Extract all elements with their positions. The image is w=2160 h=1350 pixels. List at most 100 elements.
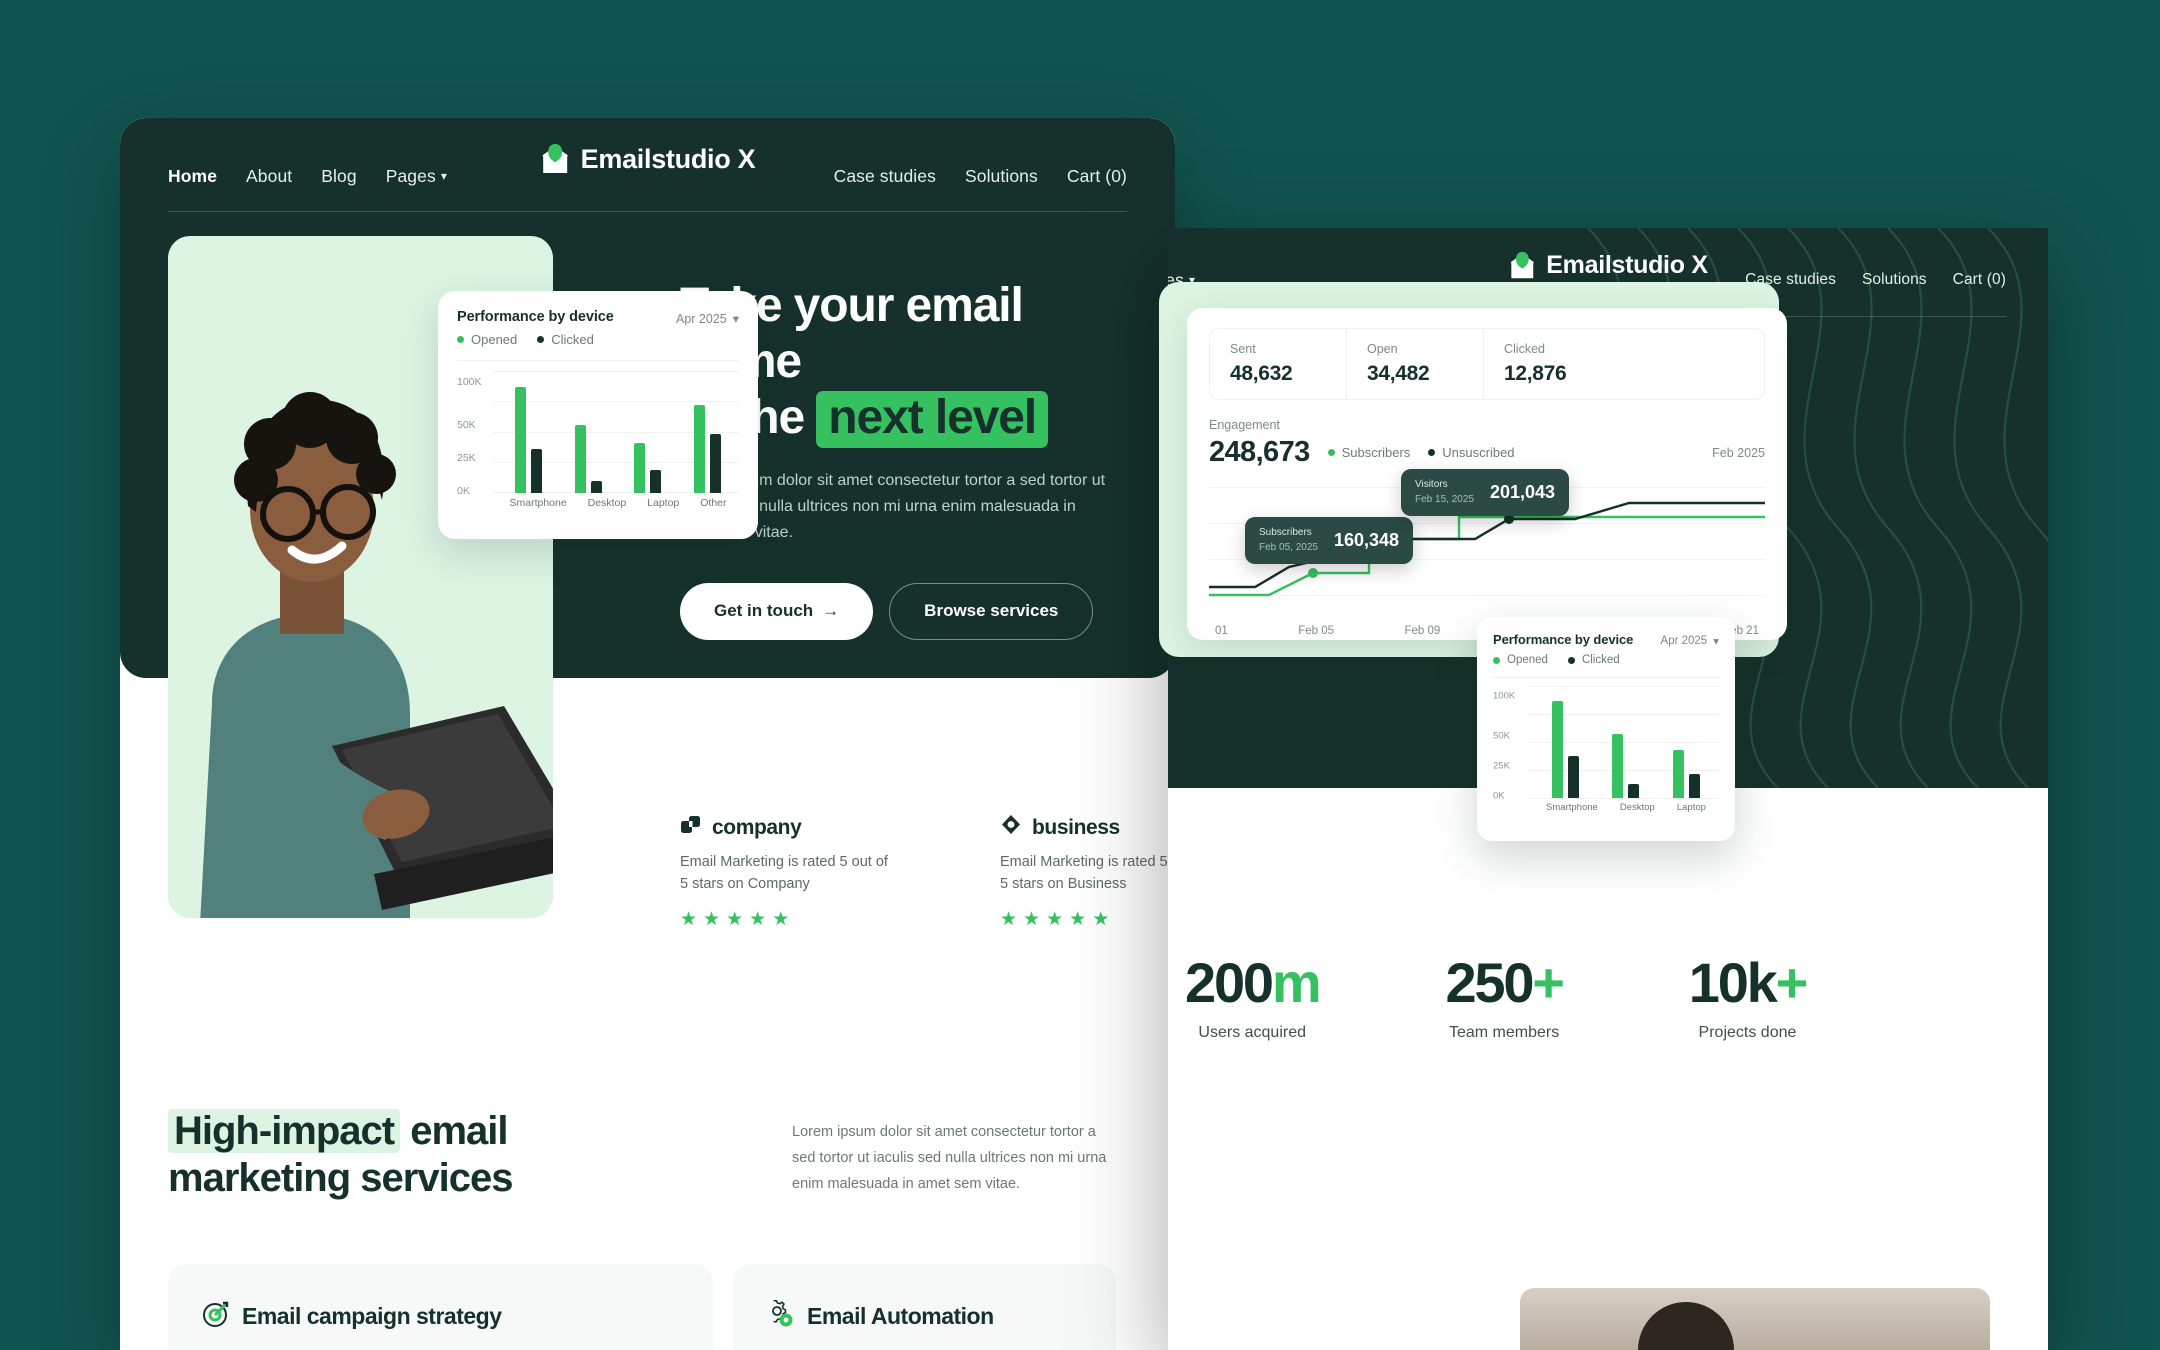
legend-dot-unsuscribed-icon (1428, 449, 1436, 456)
nav-item-solutions[interactable]: Solutions (965, 166, 1038, 187)
bottom-photo-strip (1520, 1288, 1990, 1350)
star-icon: ★ (1092, 908, 1110, 930)
kpi-sent: Sent 48,632 (1210, 329, 1347, 399)
stat-projects-done: 10k+ Projects done (1689, 955, 1809, 1042)
bar-group-laptop (634, 443, 662, 493)
nav-item-about[interactable]: About (246, 166, 292, 187)
x-tick-1: Feb 05 (1298, 625, 1335, 637)
rating-company-stars: ★ ★ ★ ★ ★ (680, 908, 890, 931)
device-bar-chart-secondary: 100K 50K 25K 0K Smartphone Desktop Lapto… (1493, 686, 1719, 826)
bar-opened (515, 387, 527, 493)
tooltip-visitors: Visitors Feb 15, 2025 201,043 (1401, 469, 1570, 516)
y-tick-100k: 100K (457, 376, 482, 388)
hero-buttons: Get in touch → Browse services (680, 582, 1150, 640)
bottom-photo-person (1638, 1302, 1734, 1350)
tooltip-visitors-meta: Visitors Feb 15, 2025 (1415, 478, 1474, 507)
service-card-title: Email Automation (807, 1303, 994, 1329)
legend-dot-opened-icon (457, 336, 464, 343)
tooltip-subscribers-date: Feb 05, 2025 (1259, 541, 1318, 553)
nav-right-group-secondary: Case studies Solutions Cart (0) (1745, 271, 2006, 289)
nav-item-blog[interactable]: Blog (321, 166, 356, 187)
perf-date-selector[interactable]: Apr 2025 ▾ (675, 311, 739, 327)
bar-clicked (709, 434, 721, 493)
services-heading-highlight: High-impact (168, 1109, 401, 1153)
stat-team-suffix: + (1532, 951, 1565, 1014)
kpi-clicked: Clicked 12,876 (1484, 329, 1621, 399)
bar-group-desktop (1612, 734, 1640, 798)
x-tick-other: Other (700, 497, 727, 509)
nav-item-pages-label: Pages (385, 165, 436, 186)
brand-primary[interactable]: Emailstudio X (540, 142, 756, 176)
bar-clicked (590, 481, 602, 493)
kpi-row: Sent 48,632 Open 34,482 Clicked 12,876 (1209, 328, 1765, 400)
service-card-campaign-strategy[interactable]: Email campaign strategy Lorem ipsum dolo… (168, 1264, 713, 1350)
star-icon: ★ (680, 908, 698, 930)
bar-opened (574, 425, 586, 493)
stat-projects-value: 10k+ (1689, 955, 1809, 1011)
star-icon: ★ (1069, 908, 1087, 930)
rating-company: company Email Marketing is rated 5 out o… (680, 814, 890, 931)
perf-date-label-secondary: Apr 2025 (1660, 635, 1708, 647)
nav-left-group: Home About Blog Pages ▾ (168, 166, 447, 187)
star-icon: ★ (1023, 908, 1041, 930)
legend-unsuscribed: Unsuscribed (1428, 445, 1515, 460)
service-card-email-automation[interactable]: Email Automation Lorem ipsum dolor sit a… (733, 1264, 1116, 1350)
perf-date-selector-secondary[interactable]: Apr 2025 ▾ (1661, 634, 1719, 648)
nav-item-case-studies[interactable]: Case studies (834, 166, 936, 187)
legend-dot-opened-icon (1493, 656, 1500, 664)
brand-name-secondary: Emailstudio X (1546, 251, 1708, 279)
tooltip-subscribers: Subscribers Feb 05, 2025 160,348 (1245, 517, 1414, 564)
brand-name: Emailstudio X (580, 143, 756, 174)
stat-projects-label: Projects done (1698, 1024, 1797, 1041)
rating-business: business Email Marketing is rated 5 out … (1000, 814, 1175, 931)
nav-item-cart[interactable]: Cart (0) (1067, 166, 1127, 187)
gear-settings-icon (767, 1299, 795, 1333)
bar-opened (1551, 701, 1563, 798)
bar-opened (634, 443, 646, 493)
x-tick-smartphone: Smartphone (1546, 802, 1598, 813)
bar-chart-bars-secondary (1535, 686, 1717, 798)
browse-services-button[interactable]: Browse services (889, 582, 1094, 640)
kpi-open: Open 34,482 (1347, 329, 1484, 399)
dashboard-card: Sent 48,632 Open 34,482 Clicked 12,876 E… (1187, 308, 1787, 640)
page-root: Home About Blog Pages ▾ Case studies Solu… (0, 0, 2160, 1350)
service-card-title: Email campaign strategy (242, 1303, 502, 1329)
y-tick-25k: 25K (457, 452, 476, 464)
stat-team-members: 250+ Team members (1445, 955, 1565, 1042)
stat-users-acquired: 200m Users acquired (1185, 955, 1322, 1042)
nav-item-pages[interactable]: Pages ▾ (386, 166, 447, 187)
brand-secondary[interactable]: Emailstudio X (1508, 250, 1708, 281)
tooltip-subscribers-value: 160,348 (1333, 530, 1400, 550)
perf-date-label: Apr 2025 (675, 311, 727, 326)
bar-opened (693, 405, 705, 493)
y-tick-0k: 0K (457, 485, 470, 497)
stat-team-value: 250+ (1445, 955, 1565, 1011)
tooltip-subscribers-title: Subscribers (1259, 527, 1312, 538)
bar-clicked (531, 449, 543, 493)
stat-users-number: 200 (1185, 951, 1274, 1014)
kpi-sent-label: Sent (1230, 342, 1256, 356)
star-icon: ★ (726, 908, 744, 930)
bar-clicked (650, 470, 662, 493)
engagement-date[interactable]: Feb 2025 (1712, 446, 1765, 460)
nav-divider (168, 211, 1127, 212)
bar-chart-y-axis: 100K 50K 25K 0K (457, 371, 493, 497)
x-tick-laptop: Laptop (647, 497, 680, 509)
services-heading-block: High-impact email marketing services Lor… (168, 1108, 1128, 1202)
nav-item-cart-secondary[interactable]: Cart (0) (1953, 271, 2006, 289)
stats-row: 200m Users acquired 250+ Team members 10… (1185, 955, 1809, 1042)
ratings-row: company Email Marketing is rated 5 out o… (680, 814, 1175, 931)
target-arrow-icon (202, 1300, 230, 1333)
rating-company-text: Email Marketing is rated 5 out of 5 star… (680, 854, 888, 892)
legend-opened-secondary-label: Opened (1507, 654, 1548, 666)
bar-group-other (693, 405, 721, 493)
nav-item-home[interactable]: Home (168, 166, 217, 187)
services-cards-row: Email campaign strategy Lorem ipsum dolo… (168, 1264, 1116, 1350)
services-heading: High-impact email marketing services (168, 1108, 588, 1202)
bar-group-smartphone (515, 387, 543, 493)
stat-users-value: 200m (1185, 955, 1322, 1011)
engagement-line-chart: Subscribers Feb 05, 2025 160,348 Visitor… (1209, 469, 1765, 637)
get-in-touch-button[interactable]: Get in touch → (680, 582, 874, 640)
nav-item-solutions-secondary[interactable]: Solutions (1862, 271, 1927, 289)
x-tick-2: Feb 09 (1404, 625, 1441, 637)
